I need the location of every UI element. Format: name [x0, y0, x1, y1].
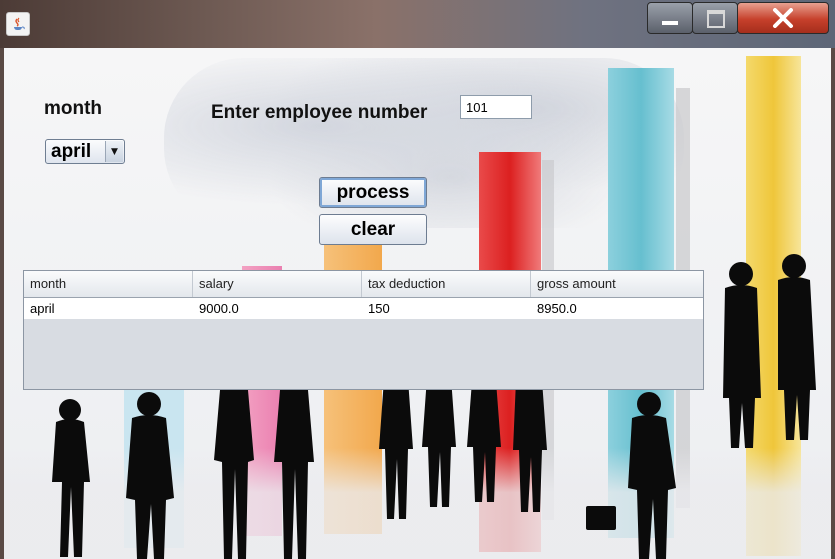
java-app-icon	[6, 12, 30, 36]
clear-button[interactable]: clear	[319, 214, 427, 245]
window-content: month april ▼ Enter employee number proc…	[4, 48, 831, 559]
column-header-gross-amount[interactable]: gross amount	[531, 271, 703, 297]
minimize-icon	[662, 21, 678, 25]
chevron-down-icon[interactable]: ▼	[105, 141, 123, 162]
column-header-month[interactable]: month	[24, 271, 193, 297]
close-button[interactable]	[737, 2, 829, 34]
column-header-salary[interactable]: salary	[193, 271, 362, 297]
month-dropdown-value: april	[51, 141, 92, 162]
process-button[interactable]: process	[319, 177, 427, 208]
window-titlebar	[0, 0, 835, 48]
table-row[interactable]: april 9000.0 150 8950.0	[24, 298, 703, 319]
close-icon	[773, 8, 793, 28]
cell-month: april	[30, 301, 55, 316]
table-header: month salary tax deduction gross amount	[24, 271, 703, 298]
maximize-button[interactable]	[692, 2, 738, 34]
month-label: month	[44, 98, 103, 119]
employee-number-input[interactable]	[460, 95, 532, 119]
cell-tax-deduction: 150	[368, 301, 390, 316]
cell-gross-amount: 8950.0	[537, 301, 577, 316]
column-header-tax-deduction[interactable]: tax deduction	[362, 271, 531, 297]
salary-table: month salary tax deduction gross amount …	[23, 270, 704, 390]
cell-salary: 9000.0	[199, 301, 239, 316]
minimize-button[interactable]	[647, 2, 693, 34]
maximize-icon	[707, 10, 725, 28]
employee-number-label: Enter employee number	[211, 102, 428, 123]
month-dropdown[interactable]: april ▼	[45, 139, 125, 164]
